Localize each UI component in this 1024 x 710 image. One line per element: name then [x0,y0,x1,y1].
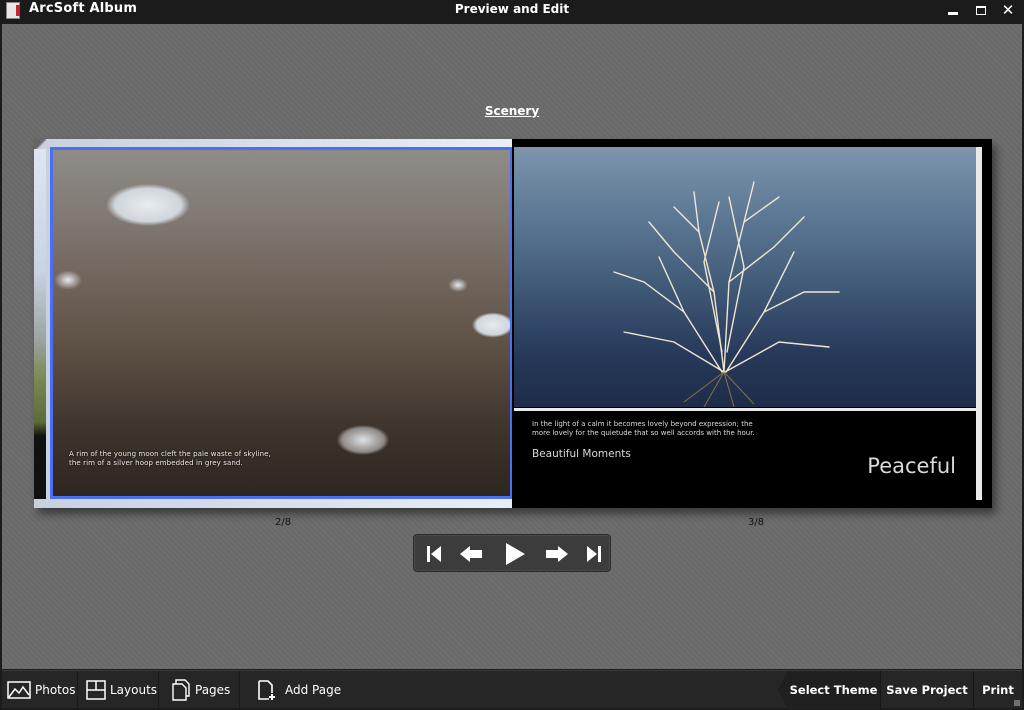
next-page-button[interactable] [542,535,572,573]
bush-illustration [613,181,840,407]
bottom-toolbar: Photos Layouts Pages Add Page Select The… [2,670,1022,709]
layouts-icon [86,680,106,700]
save-project-button[interactable]: Save Project [880,671,973,709]
skip-last-icon [587,546,601,562]
previous-page-edge [34,149,46,499]
right-page-quote[interactable]: In the light of a calm it becomes lovely… [532,420,755,438]
arrow-left-icon [460,546,482,562]
photos-button[interactable]: Photos [2,671,78,709]
minimize-button[interactable] [942,0,964,20]
caption-line: A rim of the young moon cleft the pale w… [69,450,271,458]
left-page-number: 2/8 [275,517,292,528]
left-page-frame: A rim of the young moon cleft the pale w… [34,139,513,508]
pages-button[interactable]: Pages [160,671,240,709]
add-page-button[interactable]: Add Page [241,671,361,709]
maximize-button[interactable] [970,0,992,20]
title-bar: ArcSoft Album Preview and Edit ✕ [0,0,1024,22]
play-icon [506,543,525,565]
photos-label: Photos [35,683,76,697]
pages-label: Pages [195,683,231,697]
right-page-subtitle[interactable]: Beautiful Moments [532,448,631,460]
left-page-caption[interactable]: A rim of the young moon cleft the pale w… [69,450,271,468]
page-divider [514,408,976,411]
pages-icon [172,679,190,701]
add-page-label: Add Page [285,683,342,697]
quote-line: more lovely for the quietude that so wel… [532,429,755,437]
arrow-right-icon [546,546,568,562]
close-button[interactable]: ✕ [997,0,1019,20]
photos-icon [7,681,31,699]
previous-page-button[interactable] [456,535,486,573]
maximize-icon [976,5,986,15]
first-page-button[interactable] [419,535,449,573]
select-theme-button[interactable]: Select Theme [778,671,880,709]
right-page-title[interactable]: Peaceful [867,454,956,478]
preview-stage: Scenery A rim of the young moon cleft th… [2,24,1022,669]
app-window: ArcSoft Album Preview and Edit ✕ Scenery… [0,0,1024,710]
close-icon: ✕ [1001,1,1015,19]
add-page-icon [258,680,275,700]
next-page-edge [976,147,982,500]
minimize-icon [948,11,958,15]
right-page[interactable]: In the light of a calm it becomes lovely… [512,139,992,508]
right-page-number: 3/8 [748,517,765,528]
play-button[interactable] [500,535,530,573]
playback-controls [413,534,611,572]
caption-line: the rim of a silver hoop embedded in gre… [69,459,243,467]
last-page-button[interactable] [579,535,609,573]
left-page-photo[interactable]: A rim of the young moon cleft the pale w… [50,147,513,499]
album-title[interactable]: Scenery [2,104,1022,118]
window-title: Preview and Edit [454,2,570,16]
quote-line: In the light of a calm it becomes lovely… [532,420,753,428]
skip-first-icon [427,546,441,562]
layouts-label: Layouts [110,683,158,697]
album-book: A rim of the young moon cleft the pale w… [34,139,992,508]
resize-grip[interactable] [1014,700,1020,706]
right-page-photo[interactable] [514,147,976,407]
layouts-button[interactable]: Layouts [79,671,159,709]
